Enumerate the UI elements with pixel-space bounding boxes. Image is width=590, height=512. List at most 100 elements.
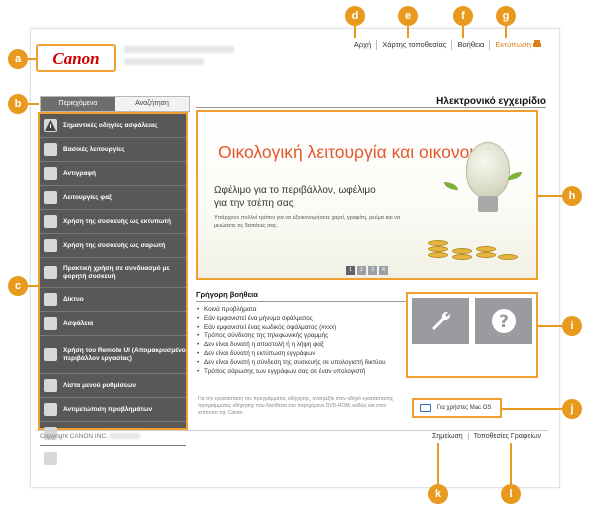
warning-icon (44, 119, 57, 132)
sidebar-item-remote-ui[interactable]: Χρήση του Remote UI (Απομακρυσμένο περιβ… (40, 336, 186, 374)
canon-logo[interactable]: Canon (40, 48, 112, 68)
help-tile[interactable]: ? (475, 298, 532, 344)
sidebar-item-fax[interactable]: Λειτουργίες φαξ (40, 186, 186, 210)
nav-home-link[interactable]: Αρχή (349, 40, 378, 50)
lightbulb-illustration (466, 142, 510, 198)
sidebar-item-mobile[interactable]: Πρακτική χρήση σε συνδυασμό με φορητή συ… (40, 258, 186, 288)
callout-line-e (407, 26, 409, 38)
coin-illustration (428, 252, 448, 258)
sidebar-item-label: Βασικές λειτουργίες (63, 145, 125, 153)
banner-headline: Οικολογική λειτουργία και οικονομία (218, 142, 494, 162)
sidebar-item-copy[interactable]: Αντιγραφή (40, 162, 186, 186)
sidebar-item-label: Χρήση του Remote UI (Απομακρυσμένο περιβ… (63, 346, 186, 362)
sidebar-item-label: Παράρτημα (63, 454, 99, 461)
sidebar-item-label: Αντιμετώπιση προβλημάτων (63, 405, 153, 413)
question-icon: ? (491, 309, 516, 333)
sidebar-item-label: Αντιγραφή (63, 169, 97, 177)
printer-icon (44, 215, 57, 228)
copyright-label: Copyright CANON INC. (40, 433, 108, 440)
sidebar-tabs: Περιεχόμενα Αναζήτηση (40, 96, 190, 112)
quick-help-link[interactable]: Κοινά προβλήματα (196, 306, 408, 315)
tab-contents[interactable]: Περιεχόμενα (41, 97, 115, 111)
pager-4[interactable]: 4 (379, 266, 388, 275)
shortcut-tiles: ? (406, 292, 538, 378)
maintenance-tile[interactable] (412, 298, 469, 344)
sidebar-item-label: Σημαντικές οδηγίες ασφάλειας (63, 121, 158, 129)
quick-help-link[interactable]: Εάν εμφανιστεί ένα μήνυμα σφάλματος (196, 315, 408, 324)
sidebar-item-appendix[interactable]: Παράρτημα (40, 446, 186, 470)
sidebar: Σημαντικές οδηγίες ασφάλειας Βασικές λει… (38, 112, 188, 465)
model-name-blurred (124, 46, 234, 53)
quick-help-link[interactable]: Τρόπος σάρωσης των εγγράφων σας σε έναν … (196, 368, 408, 377)
lightbulb-base (478, 196, 498, 212)
nav-sitemap-link[interactable]: Χάρτης τοποθεσίας (377, 40, 453, 50)
quick-help-link[interactable]: Δεν είναι δυνατή η σύνδεση της συσκευής … (196, 359, 408, 368)
copy-icon (44, 167, 57, 180)
coin-illustration (476, 246, 496, 252)
footer-notice-link[interactable]: Σημείωση (427, 433, 469, 440)
banner-subheadline: Ωφέλιμο για το περιβάλλον, ωφέλιμο για τ… (214, 185, 376, 209)
quick-help-link[interactable]: Δεν είναι δυνατή η εκτύπωση εγγράφων (196, 350, 408, 359)
callout-e: e (398, 6, 418, 26)
sidebar-item-network[interactable]: Δίκτυο (40, 288, 186, 312)
callout-c: c (8, 276, 28, 296)
callout-line-f (462, 26, 464, 38)
sidebar-item-troubleshooting[interactable]: Αντιμετώπιση προβλημάτων (40, 398, 186, 422)
sidebar-item-label: Ασφάλεια (63, 319, 94, 327)
wrench-icon (431, 311, 450, 330)
callout-line-l (510, 443, 512, 484)
callout-a: a (8, 49, 28, 69)
tab-search[interactable]: Αναζήτηση (115, 97, 189, 111)
sidebar-item-label: Λειτουργίες φαξ (63, 193, 112, 201)
footer-offices-link[interactable]: Τοποθεσίες Γραφείων (469, 433, 546, 440)
monitor-icon (420, 404, 431, 412)
nav-help-link[interactable]: Βοήθεια (452, 40, 491, 50)
callout-line-i (538, 325, 562, 327)
network-icon (44, 293, 57, 306)
sidebar-item-safety[interactable]: Σημαντικές οδηγίες ασφάλειας (40, 114, 186, 138)
callout-g: g (496, 6, 516, 26)
callout-line-k (437, 443, 439, 484)
phone-icon (44, 266, 57, 279)
quick-help-link[interactable]: Τρόπος σύνδεσης της τηλεφωνικής γραμμής (196, 332, 408, 341)
scanner-icon (44, 239, 57, 252)
title-divider (196, 107, 546, 108)
print-icon (533, 40, 541, 47)
sidebar-item-scanner[interactable]: Χρήση της συσκευής ως σαρωτή (40, 234, 186, 258)
lock-icon (44, 317, 57, 330)
banner-pager: 1 2 3 4 (346, 266, 388, 275)
sidebar-item-label: Χρήση της συσκευής ως εκτυπωτή (63, 217, 171, 225)
callout-line-d (354, 26, 356, 38)
mac-users-label: Για χρήστες Mac OS (437, 405, 492, 411)
callout-d: d (345, 6, 365, 26)
sidebar-item-settings[interactable]: Λίστα μενού ρυθμίσεων (40, 374, 186, 398)
nav-print-link[interactable]: Εκτύπωση (490, 40, 546, 50)
feature-banner[interactable]: Οικολογική λειτουργία και οικονομία Ωφέλ… (196, 110, 538, 280)
nav-print-label: Εκτύπωση (495, 40, 531, 49)
coin-illustration (452, 254, 472, 260)
callout-line-a (28, 58, 37, 60)
sidebar-item-security[interactable]: Ασφάλεια (40, 312, 186, 336)
copyright-text: Copyright CANON INC. (40, 433, 140, 440)
callout-line-b (28, 103, 39, 105)
sidebar-item-basic[interactable]: Βασικές λειτουργίες (40, 138, 186, 162)
sidebar-item-label: Χρήση της συσκευής ως σαρωτή (63, 241, 166, 249)
footer-links: Σημείωση Τοποθεσίες Γραφείων (427, 433, 546, 440)
pager-2[interactable]: 2 (357, 266, 366, 275)
pager-1[interactable]: 1 (346, 266, 355, 275)
hand-icon (44, 143, 57, 156)
sidebar-item-printer[interactable]: Χρήση της συσκευής ως εκτυπωτή (40, 210, 186, 234)
coin-illustration (428, 246, 448, 252)
callout-line-c (28, 285, 39, 287)
leaf-illustration (444, 182, 458, 190)
plus-icon (44, 451, 57, 465)
mac-users-button[interactable]: Για χρήστες Mac OS (412, 398, 502, 418)
copyright-year-blurred (109, 433, 140, 440)
driver-note: Για την εγκατάσταση του προγράμματος οδή… (198, 396, 394, 416)
quick-help-link[interactable]: Δεν είναι δυνατή η αποστολή ή η λήψη φαξ (196, 341, 408, 350)
callout-j: j (562, 399, 582, 419)
sidebar-item-label: Λίστα μενού ρυθμίσεων (63, 381, 137, 389)
callout-k: k (428, 484, 448, 504)
pager-3[interactable]: 3 (368, 266, 377, 275)
coin-illustration (452, 248, 472, 254)
